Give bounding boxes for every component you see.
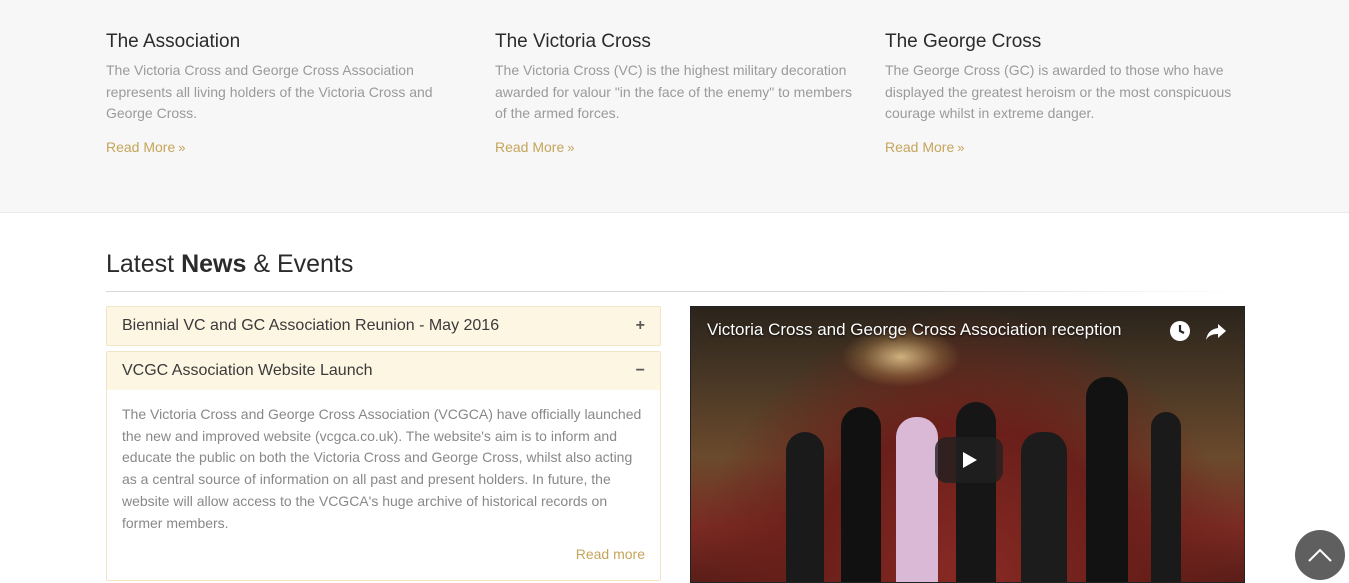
read-more-label: Read More <box>885 138 955 155</box>
figure-shape <box>841 407 881 582</box>
read-more-link[interactable]: Read more <box>122 546 645 562</box>
figure-shape <box>1021 432 1067 582</box>
plus-icon: + <box>635 317 645 334</box>
video-player[interactable]: Victoria Cross and George Cross Associat… <box>690 306 1245 583</box>
accordion-item: Biennial VC and GC Association Reunion -… <box>106 306 661 346</box>
feature-title: The Association <box>106 31 241 52</box>
double-chevron-right-icon: » <box>957 139 965 155</box>
feature-text: The Victoria Cross (VC) is the highest m… <box>495 62 853 121</box>
accordion-body: The Victoria Cross and George Cross Asso… <box>107 390 660 580</box>
figure-shape <box>956 402 996 582</box>
chevron-up-icon <box>1308 548 1332 562</box>
double-chevron-right-icon: » <box>567 139 575 155</box>
watch-later-icon[interactable] <box>1168 319 1192 343</box>
news-accordion: Biennial VC and GC Association Reunion -… <box>106 306 661 583</box>
play-button[interactable] <box>935 437 1003 483</box>
section-divider <box>106 291 1245 292</box>
accordion-header-label: VCGC Association Website Launch <box>122 362 373 379</box>
back-to-top-button[interactable] <box>1295 530 1345 580</box>
news-title-pre: Latest <box>106 250 182 278</box>
figure-shape <box>1151 412 1181 582</box>
feature-title: The Victoria Cross <box>495 31 651 52</box>
figure-shape <box>1086 377 1128 582</box>
read-more-label: Read More <box>106 138 176 155</box>
figure-shape <box>896 417 938 582</box>
feature-text: The Victoria Cross and George Cross Asso… <box>106 62 433 121</box>
minus-icon: − <box>635 362 645 379</box>
features-band: The Association The Victoria Cross and G… <box>0 0 1349 213</box>
feature-text: The George Cross (GC) is awarded to thos… <box>885 62 1232 121</box>
accordion-item: VCGC Association Website Launch − The Vi… <box>106 351 661 582</box>
accordion-header-website-launch[interactable]: VCGC Association Website Launch − <box>107 352 660 390</box>
news-section-title: Latest News & Events <box>106 250 353 279</box>
feature-victoria-cross: The Victoria Cross The Victoria Cross (V… <box>495 30 855 157</box>
feature-george-cross: The George Cross The George Cross (GC) i… <box>885 30 1245 157</box>
double-chevron-right-icon: » <box>178 139 186 155</box>
read-more-label: Read More <box>495 138 565 155</box>
read-more-link[interactable]: Read More» <box>495 139 575 155</box>
news-title-bold: News <box>181 250 247 278</box>
play-icon <box>963 452 977 468</box>
read-more-link[interactable]: Read More» <box>885 139 965 155</box>
feature-association: The Association The Victoria Cross and G… <box>106 30 466 157</box>
accordion-header-reunion[interactable]: Biennial VC and GC Association Reunion -… <box>107 307 660 345</box>
feature-title: The George Cross <box>885 31 1042 52</box>
accordion-body-text: The Victoria Cross and George Cross Asso… <box>122 406 642 531</box>
share-icon[interactable] <box>1204 319 1228 343</box>
figure-shape <box>786 432 824 582</box>
read-more-link[interactable]: Read More» <box>106 139 186 155</box>
news-title-post: & Events <box>246 250 354 278</box>
accordion-header-label: Biennial VC and GC Association Reunion -… <box>122 317 500 334</box>
video-title: Victoria Cross and George Cross Associat… <box>707 320 1122 339</box>
